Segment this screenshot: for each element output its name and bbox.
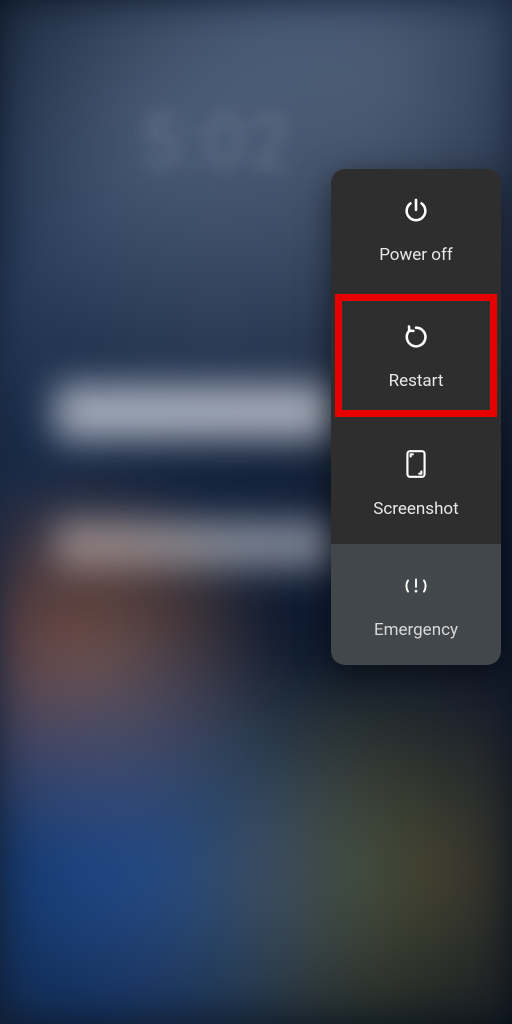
power-icon [402,197,430,229]
restart-icon [402,323,430,355]
emergency-label: Emergency [374,620,458,640]
blurred-clock: 5:02 [140,100,295,185]
highlight-border [335,294,497,417]
screenshot-button[interactable]: Screenshot [331,421,501,544]
screenshot-label: Screenshot [373,499,458,519]
power-menu: Power off Restart Screenshot [331,169,501,665]
power-off-button[interactable]: Power off [331,169,501,290]
screenshot-icon [403,449,429,483]
restart-label: Restart [389,371,444,391]
restart-button[interactable]: Restart [331,290,501,421]
emergency-icon [402,572,430,604]
emergency-button[interactable]: Emergency [331,544,501,665]
power-off-label: Power off [379,245,453,265]
